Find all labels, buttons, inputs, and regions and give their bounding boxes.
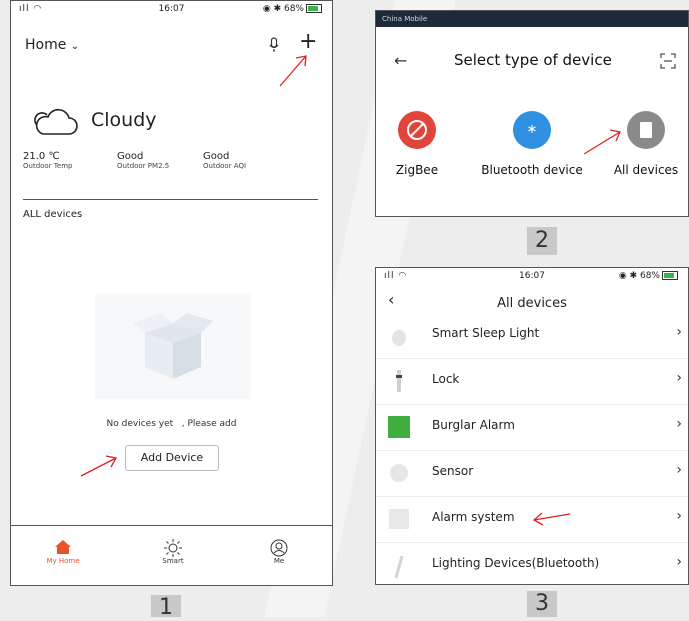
chevron-right-icon: › <box>676 508 682 524</box>
divider <box>23 199 318 200</box>
microphone-icon[interactable] <box>269 37 279 52</box>
option-label: Bluetooth device <box>481 163 583 177</box>
list-item[interactable]: Sensor › <box>376 450 688 497</box>
home-icon <box>33 539 93 557</box>
step-number-1: 1 <box>151 595 181 620</box>
list-item[interactable]: Burglar Alarm › <box>376 404 688 451</box>
sensor-icon <box>384 458 414 488</box>
back-arrow-icon[interactable]: ← <box>394 51 407 70</box>
chevron-right-icon: › <box>676 324 682 340</box>
annotation-arrow <box>279 55 307 87</box>
empty-state-text: No devices yet , Please add <box>106 419 237 429</box>
add-device-button[interactable]: Add Device <box>125 445 219 471</box>
alarm-system-icon <box>384 504 414 534</box>
stat-value: Good <box>203 151 230 162</box>
page-title: All devices <box>497 296 567 311</box>
stat-temp: 21.0 ℃ Outdoor Temp <box>23 151 72 170</box>
status-bar: ıll ◠ 16:07 ◉ ✱ 68% <box>376 268 688 286</box>
page-title: Select type of device <box>454 51 612 69</box>
item-label: Sensor <box>432 464 474 478</box>
stat-label: Outdoor PM2.5 <box>117 162 170 170</box>
lock-icon <box>384 366 414 396</box>
stat-aqi: Good Outdoor AQI <box>203 151 246 170</box>
tab-label: Smart <box>162 557 184 565</box>
item-label: Burglar Alarm <box>432 418 515 432</box>
section-title: ALL devices <box>23 209 83 220</box>
step-number-3: 3 <box>527 591 557 617</box>
step-number-2: 2 <box>527 227 557 255</box>
option-zigbee[interactable]: ZigBee <box>382 111 452 177</box>
item-label: Smart Sleep Light <box>432 326 540 340</box>
status-battery: ◉ ✱ 68% <box>263 4 322 14</box>
bottom-divider <box>11 525 332 526</box>
list-item[interactable]: Lock › <box>376 358 688 405</box>
burglar-alarm-icon <box>384 412 414 442</box>
bluetooth-icon: ∗ <box>513 111 551 149</box>
list-item[interactable]: Smart Sleep Light › <box>376 312 688 359</box>
stat-pm25: Good Outdoor PM2.5 <box>117 151 169 170</box>
tab-me[interactable]: Me <box>249 539 309 565</box>
tab-smart[interactable]: Smart <box>143 539 203 565</box>
battery-icon <box>306 4 322 13</box>
home-selector[interactable]: Home ⌄ <box>25 37 79 53</box>
tab-my-home[interactable]: My Home <box>33 539 93 565</box>
option-label: All devices <box>613 163 679 177</box>
item-label: Alarm system <box>432 510 515 524</box>
screen-select-device-type: China Mobile ← Select type of device Zig… <box>375 10 689 217</box>
empty-box-illustration <box>95 293 251 399</box>
status-bar: ıll ◠ 16:07 ◉ ✱ 68% <box>11 1 332 19</box>
stat-value: 21.0 ℃ <box>23 151 60 162</box>
lighting-device-icon <box>384 550 414 580</box>
annotation-arrow <box>80 455 118 477</box>
battery-icon <box>662 271 678 280</box>
cloud-icon <box>33 107 79 141</box>
chevron-down-icon: ⌄ <box>70 41 80 52</box>
status-bar: China Mobile <box>376 11 688 27</box>
status-battery: ◉ ✱ 68% <box>619 271 678 281</box>
item-label: Lock <box>432 372 460 386</box>
home-label: Home <box>25 37 67 53</box>
scan-icon[interactable] <box>660 53 676 73</box>
user-icon <box>249 539 309 557</box>
weather-condition: Cloudy <box>91 109 157 131</box>
option-label: ZigBee <box>395 163 439 177</box>
chevron-right-icon: › <box>676 416 682 432</box>
sun-icon <box>143 539 203 557</box>
chevron-right-icon: › <box>676 462 682 478</box>
stat-label: Outdoor Temp <box>23 162 73 170</box>
tab-label: Me <box>273 557 285 565</box>
chevron-right-icon: › <box>676 370 682 386</box>
all-devices-icon <box>627 111 665 149</box>
item-label: Lighting Devices(Bluetooth) <box>432 556 600 570</box>
annotation-arrow <box>532 512 571 526</box>
stat-value: Good <box>117 151 144 162</box>
annotation-arrow <box>583 129 621 155</box>
stat-label: Outdoor AQI <box>203 162 247 170</box>
screen-all-devices: ıll ◠ 16:07 ◉ ✱ 68% ‹ All devices Smart … <box>375 267 689 585</box>
tab-label: My Home <box>46 557 80 565</box>
carrier-text: China Mobile <box>382 15 428 23</box>
zigbee-icon <box>398 111 436 149</box>
list-item[interactable]: Lighting Devices(Bluetooth) › <box>376 542 688 584</box>
chevron-right-icon: › <box>676 554 682 570</box>
option-bluetooth[interactable]: ∗ Bluetooth device <box>476 111 588 177</box>
sleep-light-icon <box>384 320 414 350</box>
